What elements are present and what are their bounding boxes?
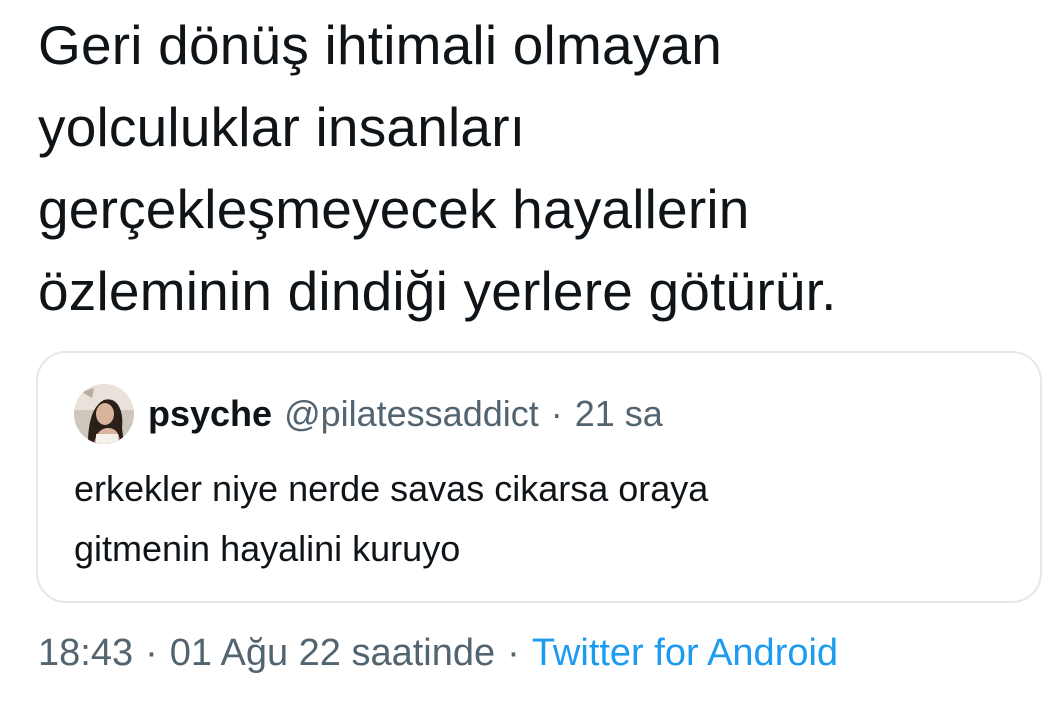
quoted-tweet-card[interactable]: psyche @pilatessaddict · 21 sa erkekler … bbox=[36, 351, 1042, 603]
tweet-source-link[interactable]: Twitter for Android bbox=[532, 632, 838, 674]
tweet-text-line: Geri dönüş ihtimali olmayan bbox=[38, 14, 723, 76]
user-handle[interactable]: @pilatessaddict bbox=[284, 393, 539, 435]
tweet-text-line: özleminin dindiği yerlere götürür. bbox=[38, 260, 837, 322]
profile-photo-icon bbox=[74, 384, 134, 444]
tweet-time[interactable]: 18:43 bbox=[38, 632, 133, 674]
avatar[interactable] bbox=[74, 384, 134, 444]
tweet-text-line: gerçekleşmeyecek hayallerin bbox=[38, 178, 750, 240]
tweet-text-line: yolculuklar insanları bbox=[38, 96, 526, 158]
tweet-date[interactable]: 01 Ağu 22 saatinde bbox=[170, 632, 495, 674]
separator-dot: · bbox=[550, 393, 563, 434]
quoted-tweet-text-line: gitmenin hayalini kuruyo bbox=[74, 528, 461, 569]
display-name[interactable]: psyche bbox=[148, 393, 272, 435]
separator-dot: · bbox=[145, 632, 158, 674]
quoted-tweet-header: psyche @pilatessaddict · 21 sa bbox=[74, 383, 663, 445]
tweet-text: Geri dönüş ihtimali olmayan yolculuklar … bbox=[38, 4, 1038, 332]
relative-time[interactable]: 21 sa bbox=[575, 393, 663, 435]
separator-dot: · bbox=[507, 632, 520, 674]
quoted-tweet-text: erkekler niye nerde savas cikarsa oraya … bbox=[74, 459, 708, 579]
tweet-metadata: 18:43 · 01 Ağu 22 saatinde · Twitter for And… bbox=[38, 628, 838, 678]
quoted-tweet-text-line: erkekler niye nerde savas cikarsa oraya bbox=[74, 468, 709, 509]
